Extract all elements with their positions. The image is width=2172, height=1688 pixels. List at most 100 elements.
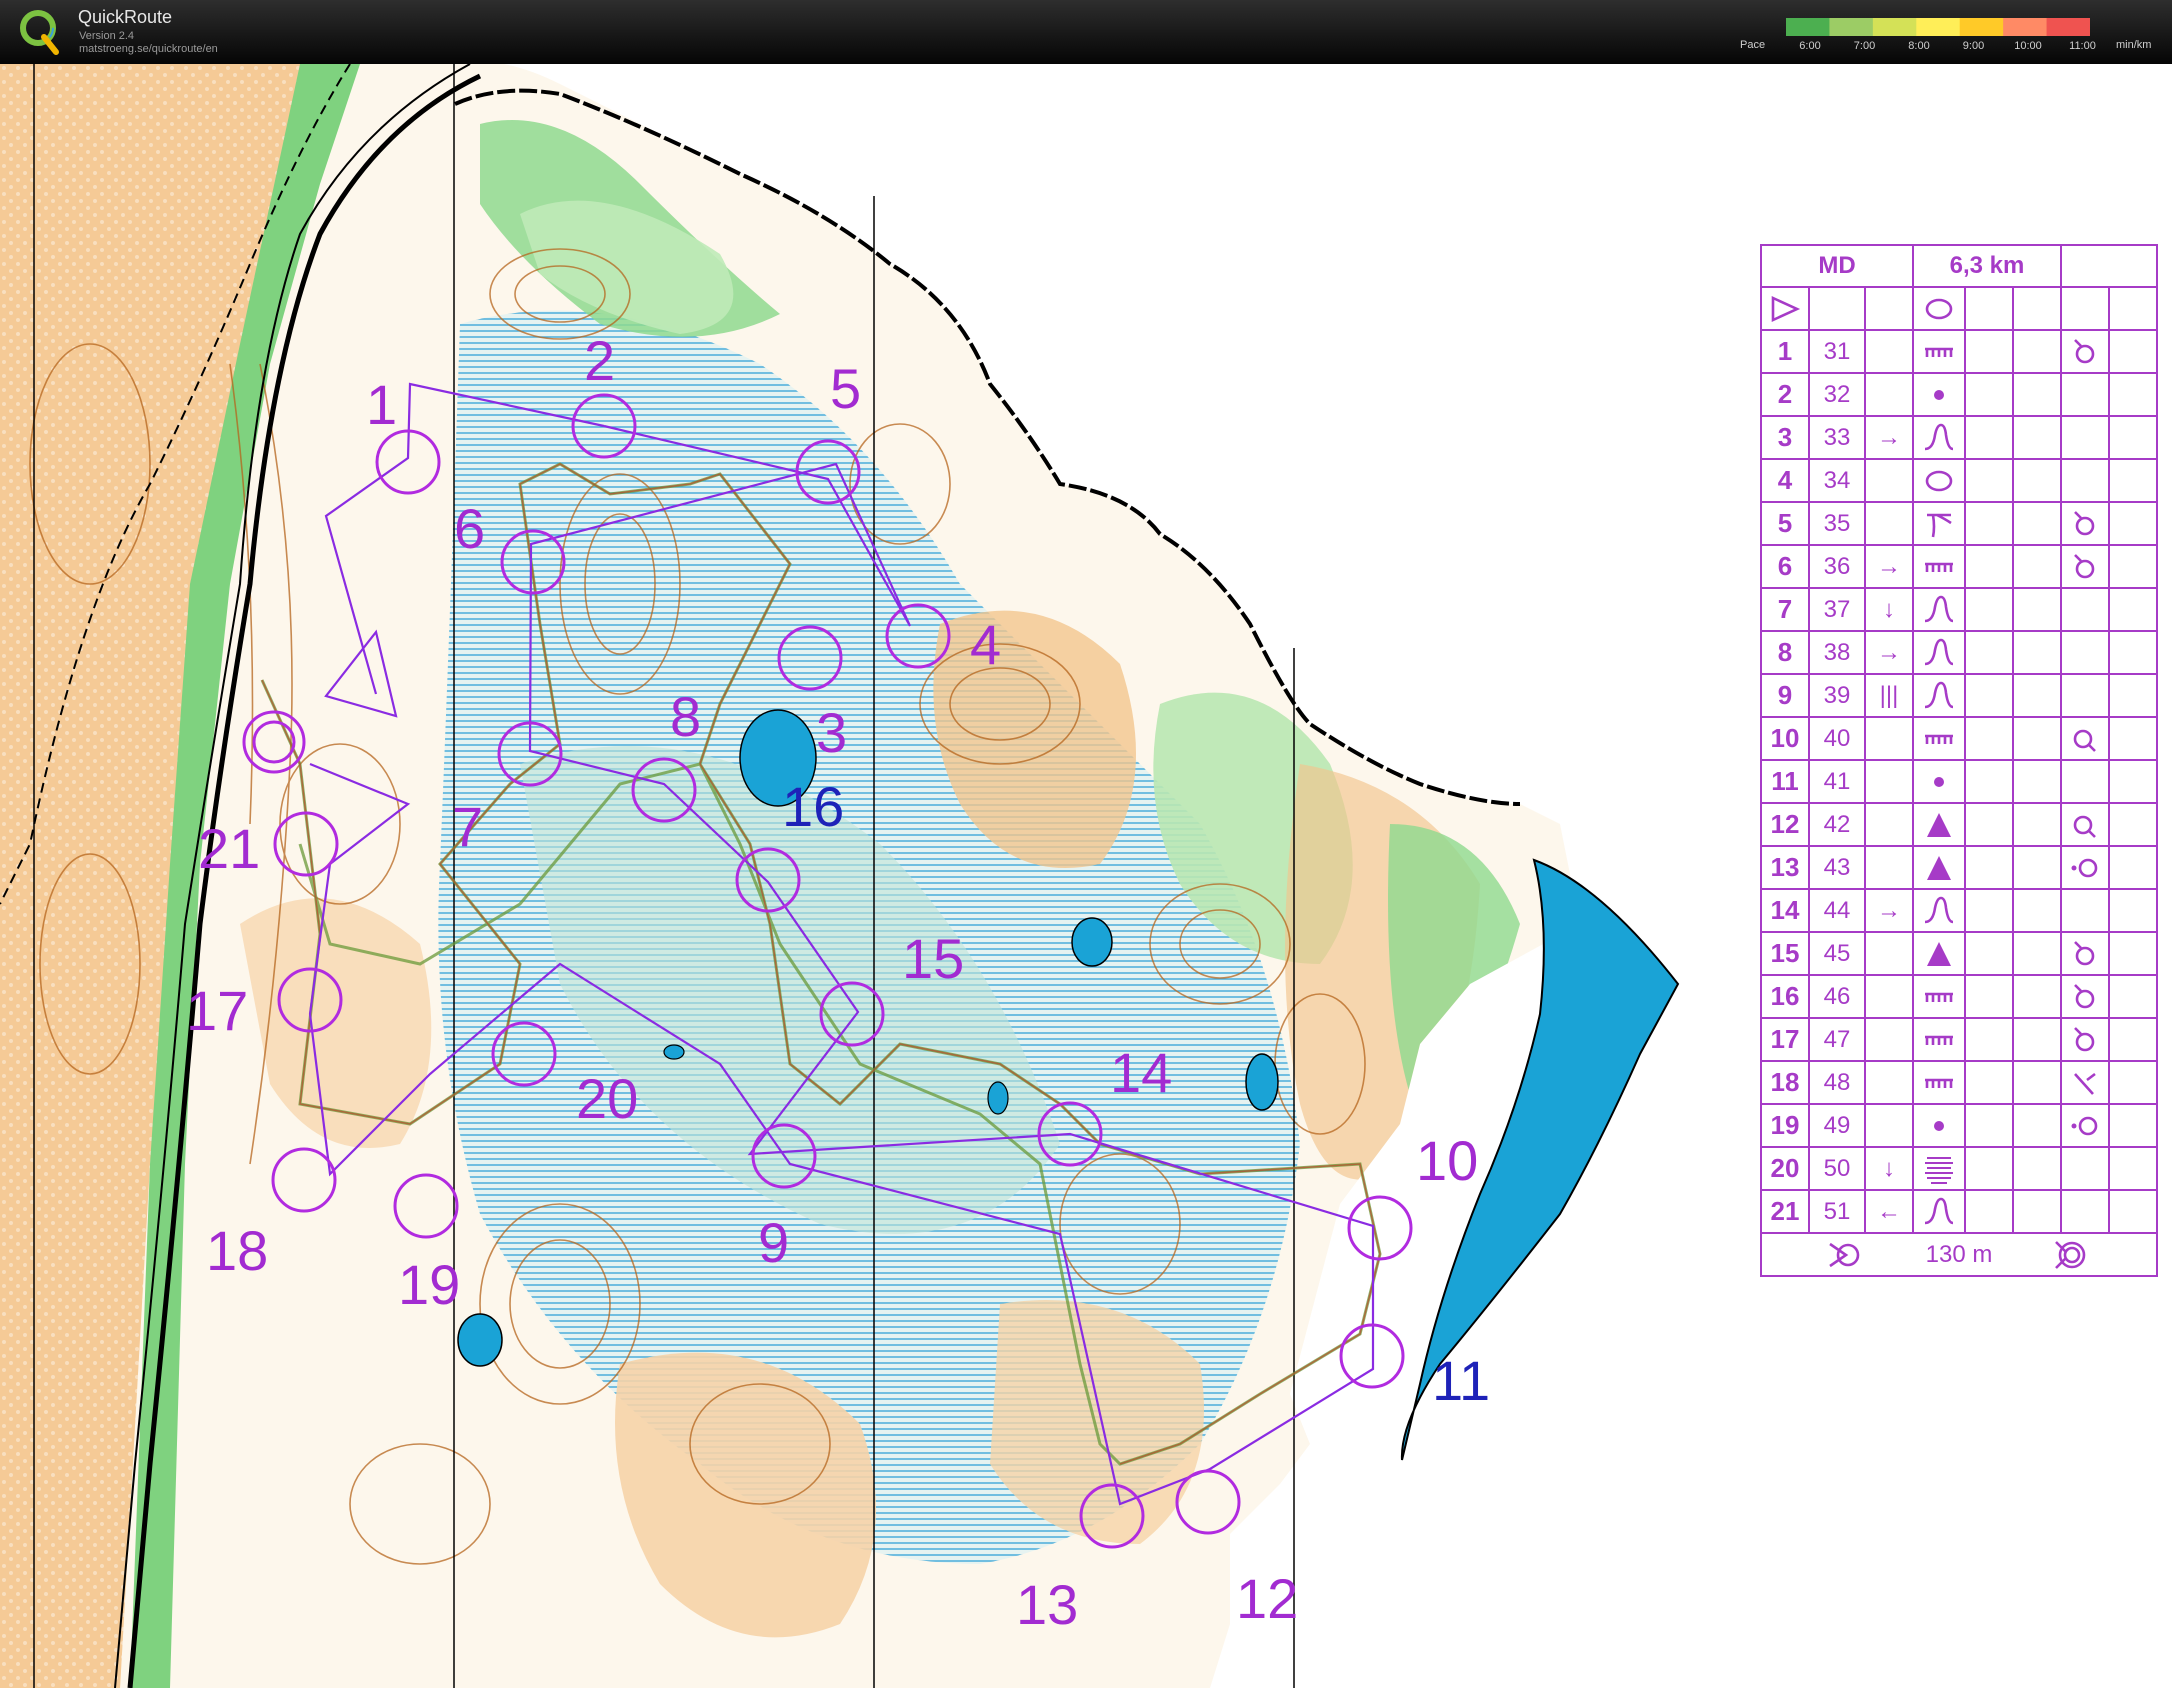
control-number: 18 xyxy=(1760,1060,1810,1105)
empty-cell xyxy=(2108,329,2158,374)
legend-control-row: 21 51 ← xyxy=(1760,1189,2158,1234)
control-feature xyxy=(1912,673,1966,718)
dot-icon xyxy=(1934,389,1944,400)
legend-control-row: 8 38 → xyxy=(1760,630,2158,675)
control-label-9: 9 xyxy=(758,1211,789,1274)
empty-cell xyxy=(2108,1189,2158,1234)
control-direction: ||| xyxy=(1864,673,1914,718)
control-code: 37 xyxy=(1808,587,1866,632)
legend-control-row: 10 40 xyxy=(1760,716,2158,761)
control-number: 16 xyxy=(1760,974,1810,1019)
control-label-1: 1 xyxy=(366,373,397,436)
control-location xyxy=(2060,845,2110,890)
control-label-2: 2 xyxy=(584,329,615,392)
control-location xyxy=(2060,931,2110,976)
app-url[interactable]: matstroeng.se/quickroute/en xyxy=(79,43,218,55)
control-feature xyxy=(1912,329,1966,374)
trench-icon xyxy=(1925,562,1953,572)
control-direction xyxy=(1864,1017,1914,1062)
quickroute-logo-icon xyxy=(20,10,59,55)
empty-cell xyxy=(2060,286,2110,331)
legend-blank xyxy=(2060,244,2158,288)
legend-control-row: 9 39 ||| xyxy=(1760,673,2158,718)
foot-icon xyxy=(2071,858,2098,877)
empty-cell xyxy=(2108,458,2158,503)
oval-icon xyxy=(1925,470,1953,491)
legend-control-row: 11 41 xyxy=(1760,759,2158,804)
finish-right-icon xyxy=(2055,1240,2086,1269)
empty-cell xyxy=(2012,587,2062,632)
control-code: 45 xyxy=(1808,931,1866,976)
empty-cell xyxy=(2108,1103,2158,1148)
slash-icon xyxy=(2074,1072,2096,1095)
empty-cell xyxy=(1964,372,2014,417)
control-number: 2 xyxy=(1760,372,1810,417)
lines-icon xyxy=(1925,1156,1953,1184)
empty-cell xyxy=(2012,974,2062,1019)
pace-tick-label: 10:00 xyxy=(2014,40,2042,52)
empty-cell xyxy=(2108,759,2158,804)
control-label-15: 15 xyxy=(902,927,964,990)
control-code: 43 xyxy=(1808,845,1866,890)
legend-control-row: 14 44 → xyxy=(1760,888,2158,933)
triangle-icon xyxy=(1927,941,1951,966)
control-feature xyxy=(1912,630,1966,675)
pace-color-swatch xyxy=(2003,18,2048,36)
control-direction xyxy=(1864,759,1914,804)
control-code: 39 xyxy=(1808,673,1866,718)
control-number: 11 xyxy=(1760,759,1810,804)
control-location xyxy=(2060,329,2110,374)
control-number: 14 xyxy=(1760,888,1810,933)
control-code: 31 xyxy=(1808,329,1866,374)
control-label-21: 21 xyxy=(198,817,260,880)
empty-cell xyxy=(2012,372,2062,417)
empty-cell xyxy=(2012,1146,2062,1191)
triangle-icon xyxy=(1927,855,1951,880)
control-direction: ← xyxy=(1864,1189,1914,1234)
pace-tick-label: 6:00 xyxy=(1799,40,1821,52)
empty-cell xyxy=(2108,372,2158,417)
control-label-12: 12 xyxy=(1236,1567,1298,1630)
orienteering-map[interactable]: 1 2 3 4 5 6 7 8 9 10 11 12 13 14 15 16 1… xyxy=(0,64,2172,1688)
control-label-3: 3 xyxy=(816,701,847,764)
legend-control-row: 5 35 xyxy=(1760,501,2158,546)
empty-cell xyxy=(2012,544,2062,589)
trench-icon xyxy=(1925,992,1953,1002)
side-icon xyxy=(2073,729,2096,752)
knoll-icon xyxy=(2074,983,2095,1008)
control-feature xyxy=(1912,458,1966,503)
control-direction xyxy=(1864,974,1914,1019)
app-header: QuickRoute Version 2.4 matstroeng.se/qui… xyxy=(0,0,2172,64)
control-location xyxy=(2060,759,2110,804)
empty-cell xyxy=(2012,1060,2062,1105)
control-label-18: 18 xyxy=(206,1219,268,1282)
control-label-5: 5 xyxy=(830,357,861,420)
control-label-14: 14 xyxy=(1110,1041,1172,1104)
control-direction: → xyxy=(1864,415,1914,460)
pace-color-swatch xyxy=(1959,18,2004,36)
empty-cell xyxy=(2108,845,2158,890)
empty-cell xyxy=(2012,458,2062,503)
control-code: 41 xyxy=(1808,759,1866,804)
control-number: 9 xyxy=(1760,673,1810,718)
knoll-icon xyxy=(2074,338,2095,363)
start-cell xyxy=(1760,286,1810,331)
finish-left-icon xyxy=(1829,1242,1860,1267)
control-location xyxy=(2060,415,2110,460)
control-direction xyxy=(1864,845,1914,890)
control-number: 20 xyxy=(1760,1146,1810,1191)
spur-icon xyxy=(1924,423,1954,450)
start-feature-cell xyxy=(1912,286,1966,331)
pace-color-swatch xyxy=(1872,18,1917,36)
empty-cell xyxy=(2012,1189,2062,1234)
spur-icon xyxy=(1924,638,1954,665)
control-feature xyxy=(1912,931,1966,976)
app-version: Version 2.4 xyxy=(79,30,135,42)
spur-icon xyxy=(1924,1197,1954,1224)
control-code: 51 xyxy=(1808,1189,1866,1234)
empty-cell xyxy=(1808,286,1866,331)
empty-cell xyxy=(2012,802,2062,847)
legend-start-row xyxy=(1760,286,2158,331)
pace-tick-label: 7:00 xyxy=(1853,40,1876,52)
control-location xyxy=(2060,630,2110,675)
